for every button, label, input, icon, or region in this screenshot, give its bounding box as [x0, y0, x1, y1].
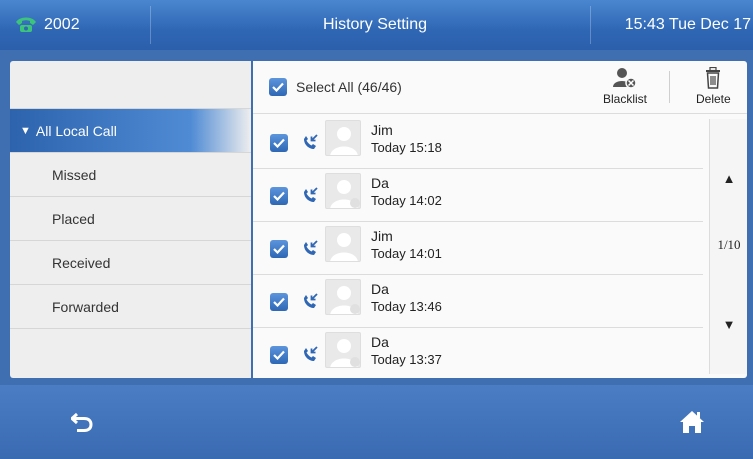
- contact-avatar: [325, 279, 361, 315]
- row-checkbox[interactable]: [270, 293, 288, 311]
- clock: 15:43 Tue Dec 17: [624, 16, 751, 33]
- row-checkbox[interactable]: [270, 346, 288, 364]
- call-time: Today 15:18: [371, 140, 442, 155]
- phone-icon: [16, 17, 36, 32]
- sidebar-item-placed[interactable]: Placed: [10, 197, 251, 241]
- contact-name: Da: [371, 175, 389, 191]
- contact-avatar: [325, 173, 361, 209]
- status-divider: [150, 6, 151, 44]
- row-checkbox[interactable]: [270, 134, 288, 152]
- sidebar-item-label: All Local Call: [35, 122, 117, 139]
- select-all-checkbox[interactable]: Select All (46/46): [269, 78, 402, 96]
- sidebar-item-missed[interactable]: Missed: [10, 153, 251, 197]
- contact-name: Jim: [371, 122, 393, 138]
- call-time: Today 14:02: [371, 193, 442, 208]
- blacklist-label: Blacklist: [603, 92, 648, 106]
- received-call-icon: [304, 187, 318, 202]
- page-up-button[interactable]: ▲: [710, 171, 748, 186]
- sidebar-item-label: Placed: [52, 210, 95, 227]
- blacklist-user-icon: [613, 68, 637, 89]
- sidebar-item-all-local-call[interactable]: ▼ All Local Call: [10, 109, 251, 153]
- call-time: Today 13:37: [371, 352, 442, 367]
- contact-name: Jim: [371, 228, 393, 244]
- checkbox-checked-icon: [269, 78, 287, 96]
- row-checkbox[interactable]: [270, 187, 288, 205]
- page-down-button[interactable]: ▼: [710, 317, 748, 332]
- home-icon: [680, 411, 704, 433]
- sidebar-header: [10, 61, 251, 109]
- back-icon: [71, 412, 93, 432]
- blacklist-button[interactable]: Blacklist: [603, 67, 647, 106]
- received-call-icon: [304, 134, 318, 149]
- call-row[interactable]: Jim Today 15:18: [253, 116, 703, 169]
- sidebar-item-label: Missed: [52, 166, 97, 183]
- contact-name: Da: [371, 281, 389, 297]
- call-row[interactable]: Da Today 13:46: [253, 275, 703, 328]
- back-button[interactable]: [22, 385, 142, 459]
- sidebar-item-label: Received: [52, 254, 111, 271]
- account-indicator: 2002: [14, 0, 80, 50]
- trash-icon: [706, 67, 721, 89]
- contact-name: Da: [371, 334, 389, 350]
- expand-triangle-icon: ▼: [20, 124, 31, 137]
- status-bar: 2002 History Setting 15:43 Tue Dec 17: [0, 0, 753, 50]
- call-list: Jim Today 15:18 Da Today 14:02 Jim Today…: [253, 116, 703, 381]
- call-history-panel: Select All (46/46) Blacklist Delete Jim …: [253, 61, 747, 378]
- sidebar-item-forwarded[interactable]: Forwarded: [10, 285, 251, 329]
- contact-avatar: [325, 332, 361, 368]
- received-call-icon: [304, 240, 318, 255]
- softkey-bar: [0, 385, 753, 459]
- call-time: Today 14:01: [371, 246, 442, 261]
- sidebar-item-received[interactable]: Received: [10, 241, 251, 285]
- call-row[interactable]: Da Today 14:02: [253, 169, 703, 222]
- home-button[interactable]: [632, 385, 752, 459]
- page-scroller: ▲ 1/10 ▼: [709, 119, 747, 374]
- call-time: Today 13:46: [371, 299, 442, 314]
- received-call-icon: [304, 293, 318, 308]
- page-indicator: 1/10: [717, 237, 741, 252]
- history-category-sidebar: ▼ All Local Call Missed Placed Received …: [10, 61, 251, 378]
- call-row[interactable]: Jim Today 14:01: [253, 222, 703, 275]
- contact-avatar: [325, 120, 361, 156]
- row-checkbox[interactable]: [270, 240, 288, 258]
- sidebar-item-label: Forwarded: [52, 298, 119, 315]
- toolbar: Select All (46/46) Blacklist Delete: [253, 61, 747, 114]
- page-title: History Setting: [322, 16, 428, 33]
- delete-button[interactable]: Delete: [696, 67, 731, 106]
- select-all-label: Select All (46/46): [296, 79, 402, 95]
- toolbar-divider: [669, 71, 670, 103]
- account-number: 2002: [44, 16, 80, 33]
- delete-label: Delete: [696, 92, 731, 106]
- received-call-icon: [304, 346, 318, 361]
- call-row[interactable]: Da Today 13:37: [253, 328, 703, 381]
- contact-avatar: [325, 226, 361, 262]
